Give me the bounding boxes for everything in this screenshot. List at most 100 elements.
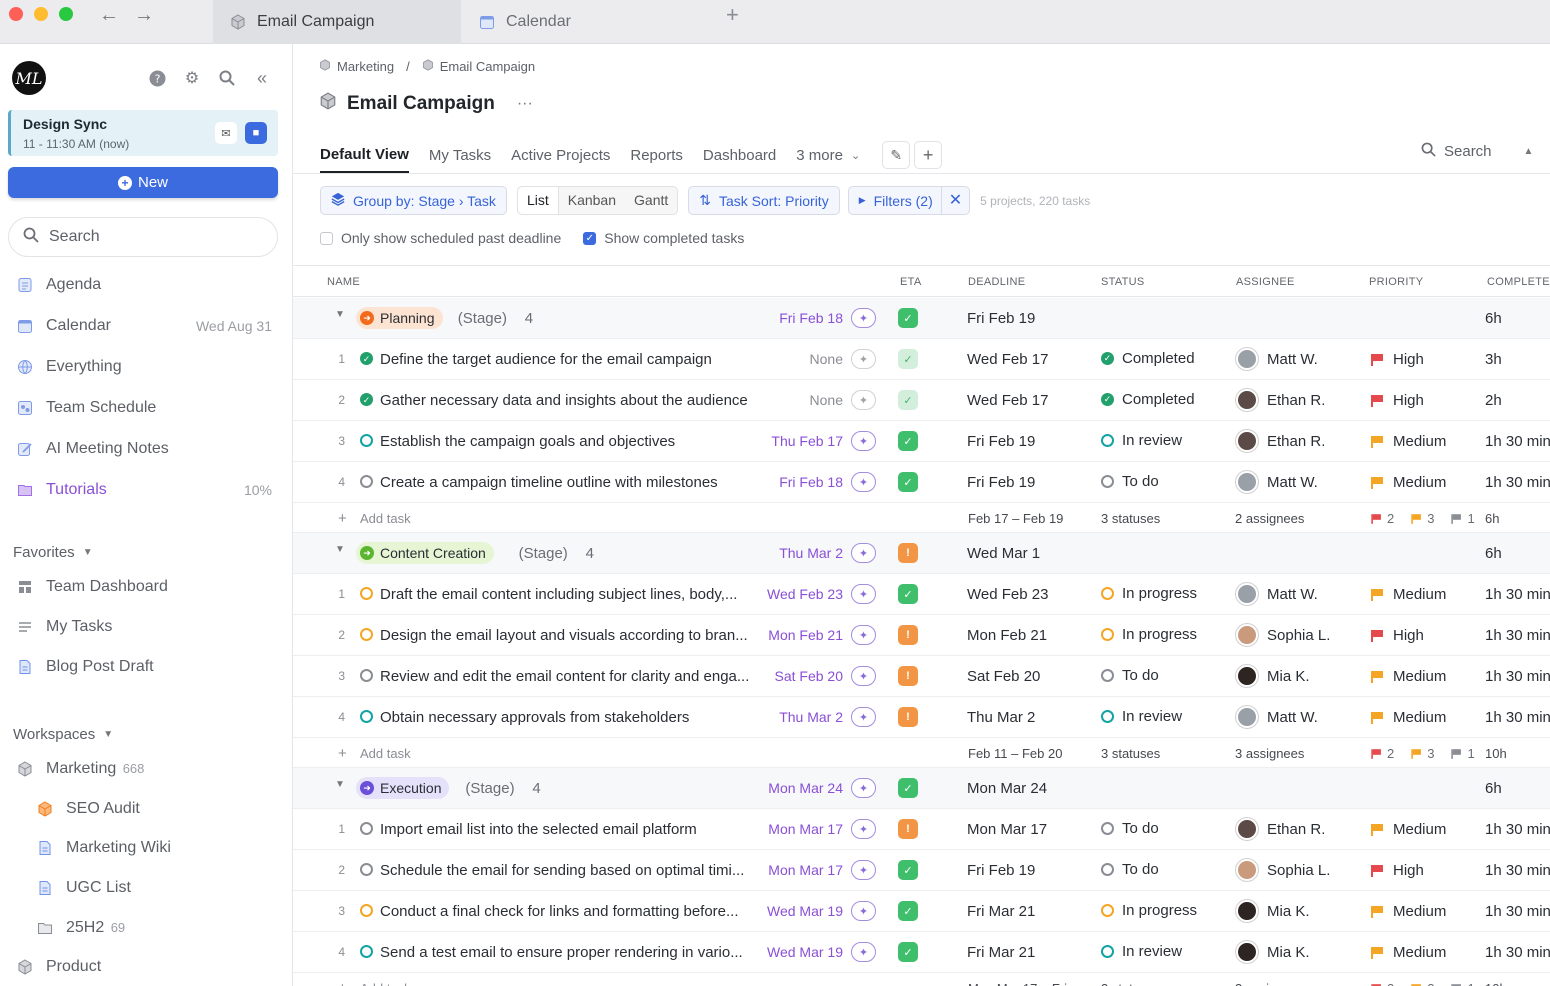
status-cell[interactable]: To do <box>1101 820 1159 837</box>
ai-sparkle-icon[interactable]: ✦ <box>851 860 876 880</box>
assignee-cell[interactable]: Matt W. <box>1236 583 1318 605</box>
favorites-header[interactable]: Favorites ▼ <box>13 544 93 561</box>
ai-sparkle-icon[interactable]: ✦ <box>851 819 876 839</box>
add-task-plus-icon[interactable]: + <box>338 980 347 986</box>
ai-sparkle-icon[interactable]: ✦ <box>851 942 876 962</box>
tab-active-projects[interactable]: Active Projects <box>511 147 610 172</box>
workspace-marketing[interactable]: Marketing 668 <box>16 756 272 782</box>
priority-cell[interactable]: High <box>1371 862 1424 879</box>
priority-cell[interactable]: High <box>1371 392 1424 409</box>
eta-warning-icon[interactable]: ! <box>898 625 918 645</box>
priority-cell[interactable]: Medium <box>1371 709 1446 726</box>
priority-cell[interactable]: High <box>1371 351 1424 368</box>
table-row[interactable]: 2 ✓ Gather necessary data and insights a… <box>293 380 1550 421</box>
column-status[interactable]: STATUS <box>1101 276 1145 288</box>
priority-cell[interactable]: Medium <box>1371 474 1446 491</box>
eta-on-track-icon[interactable]: ✓ <box>898 778 918 798</box>
mail-icon[interactable]: ✉ <box>215 122 237 144</box>
back-arrow-icon[interactable]: ← <box>99 4 119 27</box>
status-cell[interactable]: ✓ Completed <box>1101 350 1195 367</box>
table-row[interactable]: 1 Import email list into the selected em… <box>293 809 1550 850</box>
past-deadline-checkbox[interactable] <box>320 231 333 245</box>
zoom-window-button[interactable] <box>59 7 73 21</box>
favorite-my-tasks[interactable]: My Tasks <box>16 614 272 640</box>
eta-warning-icon[interactable]: ! <box>898 819 918 839</box>
ai-sparkle-icon[interactable]: ✦ <box>851 390 876 410</box>
stage-row[interactable]: ▼ ➜ Planning (Stage) 4 Fri Feb 18 ✦ ✓ Fr… <box>293 298 1550 339</box>
status-cell[interactable]: In review <box>1101 943 1182 960</box>
priority-cell[interactable]: Medium <box>1371 668 1446 685</box>
task-name[interactable]: Review and edit the email content for cl… <box>380 668 749 685</box>
stage-pill[interactable]: ➜ Execution <box>356 777 450 799</box>
assignee-cell[interactable]: Sophia L. <box>1236 624 1330 646</box>
ai-sparkle-icon[interactable]: ✦ <box>851 349 876 369</box>
status-cell[interactable]: ✓ Completed <box>1101 391 1195 408</box>
priority-cell[interactable]: Medium <box>1371 903 1446 920</box>
assignee-cell[interactable]: Matt W. <box>1236 471 1318 493</box>
status-cell[interactable]: In progress <box>1101 626 1197 643</box>
favorite-team-dashboard[interactable]: Team Dashboard <box>16 574 272 600</box>
add-view-plus-icon[interactable]: + <box>914 141 943 169</box>
ai-sparkle-icon[interactable]: ✦ <box>851 472 876 492</box>
ai-sparkle-icon[interactable]: ✦ <box>851 625 876 645</box>
status-cell[interactable]: In review <box>1101 708 1182 725</box>
close-window-button[interactable] <box>9 7 23 21</box>
table-row[interactable]: 2 Schedule the email for sending based o… <box>293 850 1550 891</box>
stage-row[interactable]: ▼ ➜ Execution (Stage) 4 Mon Mar 24 ✦ ✓ M… <box>293 768 1550 809</box>
search-icon[interactable] <box>217 68 237 88</box>
task-name[interactable]: Schedule the email for sending based on … <box>380 862 744 879</box>
add-task-button[interactable]: Add task <box>360 746 411 761</box>
assignee-cell[interactable]: Matt W. <box>1236 706 1318 728</box>
layout-list[interactable]: List <box>517 187 559 214</box>
ai-sparkle-icon[interactable]: ✦ <box>851 666 876 686</box>
priority-cell[interactable]: Medium <box>1371 433 1446 450</box>
table-row[interactable]: 1 Draft the email content including subj… <box>293 574 1550 615</box>
assignee-cell[interactable]: Sophia L. <box>1236 859 1330 881</box>
task-name[interactable]: Design the email layout and visuals acco… <box>380 627 748 644</box>
column-deadline[interactable]: DEADLINE <box>968 276 1025 288</box>
assignee-cell[interactable]: Ethan R. <box>1236 389 1325 411</box>
assignee-cell[interactable]: Mia K. <box>1236 900 1310 922</box>
eta-warning-icon[interactable]: ! <box>898 666 918 686</box>
window-tab-calendar[interactable]: Calendar <box>462 0 712 44</box>
view-search-button[interactable]: Search ▲ <box>1421 142 1533 161</box>
eta-on-track-icon[interactable]: ✓ <box>898 860 918 880</box>
chevron-down-icon[interactable]: ⌄ <box>851 149 860 170</box>
sidebar-item-everything[interactable]: Everything <box>16 354 272 380</box>
eta-on-track-icon[interactable]: ✓ <box>898 584 918 604</box>
add-task-button[interactable]: Add task <box>360 511 411 526</box>
new-button[interactable]: + New <box>8 167 278 198</box>
task-name[interactable]: Draft the email content including subjec… <box>380 586 737 603</box>
status-cell[interactable]: To do <box>1101 861 1159 878</box>
status-cell[interactable]: To do <box>1101 473 1159 490</box>
workspace-25h2[interactable]: 25H2 69 <box>36 915 272 941</box>
assignee-cell[interactable]: Ethan R. <box>1236 430 1325 452</box>
stage-row[interactable]: ▼ ➜ Content Creation (Stage) 4 Thu Mar 2… <box>293 533 1550 574</box>
column-eta[interactable]: ETA <box>900 276 921 288</box>
filters-button[interactable]: ▶ Filters (2) ✕ <box>847 186 971 215</box>
eta-on-track-icon[interactable]: ✓ <box>898 901 918 921</box>
favorite-blog-post-draft[interactable]: Blog Post Draft <box>16 654 272 680</box>
sidebar-item-ai-meeting-notes[interactable]: AI Meeting Notes <box>16 436 272 462</box>
eta-check-icon[interactable]: ✓ <box>898 349 918 369</box>
assignee-cell[interactable]: Mia K. <box>1236 941 1310 963</box>
collapse-caret-icon[interactable]: ▼ <box>335 309 345 320</box>
window-tab-email-campaign[interactable]: Email Campaign <box>213 0 461 44</box>
ai-sparkle-icon[interactable]: ✦ <box>851 901 876 921</box>
eta-on-track-icon[interactable]: ✓ <box>898 431 918 451</box>
show-completed-checkbox[interactable]: ✓ <box>583 231 597 245</box>
workspace-ugc-list[interactable]: UGC List <box>36 875 272 901</box>
ai-sparkle-icon[interactable]: ✦ <box>851 707 876 727</box>
column-priority[interactable]: PRIORITY <box>1369 276 1423 288</box>
eta-on-track-icon[interactable]: ✓ <box>898 472 918 492</box>
group-by-button[interactable]: Group by: Stage › Task <box>320 186 507 215</box>
task-name[interactable]: Gather necessary data and insights about… <box>380 392 748 409</box>
upcoming-meeting-card[interactable]: Design Sync 11 - 11:30 AM (now) ✉ ■ <box>8 110 278 156</box>
minimize-window-button[interactable] <box>34 7 48 21</box>
ai-sparkle-icon[interactable]: ✦ <box>851 778 876 798</box>
status-cell[interactable]: To do <box>1101 667 1159 684</box>
sidebar-item-calendar[interactable]: Calendar Wed Aug 31 <box>16 313 272 339</box>
ai-sparkle-icon[interactable]: ✦ <box>851 431 876 451</box>
status-cell[interactable]: In progress <box>1101 902 1197 919</box>
ai-sparkle-icon[interactable]: ✦ <box>851 584 876 604</box>
